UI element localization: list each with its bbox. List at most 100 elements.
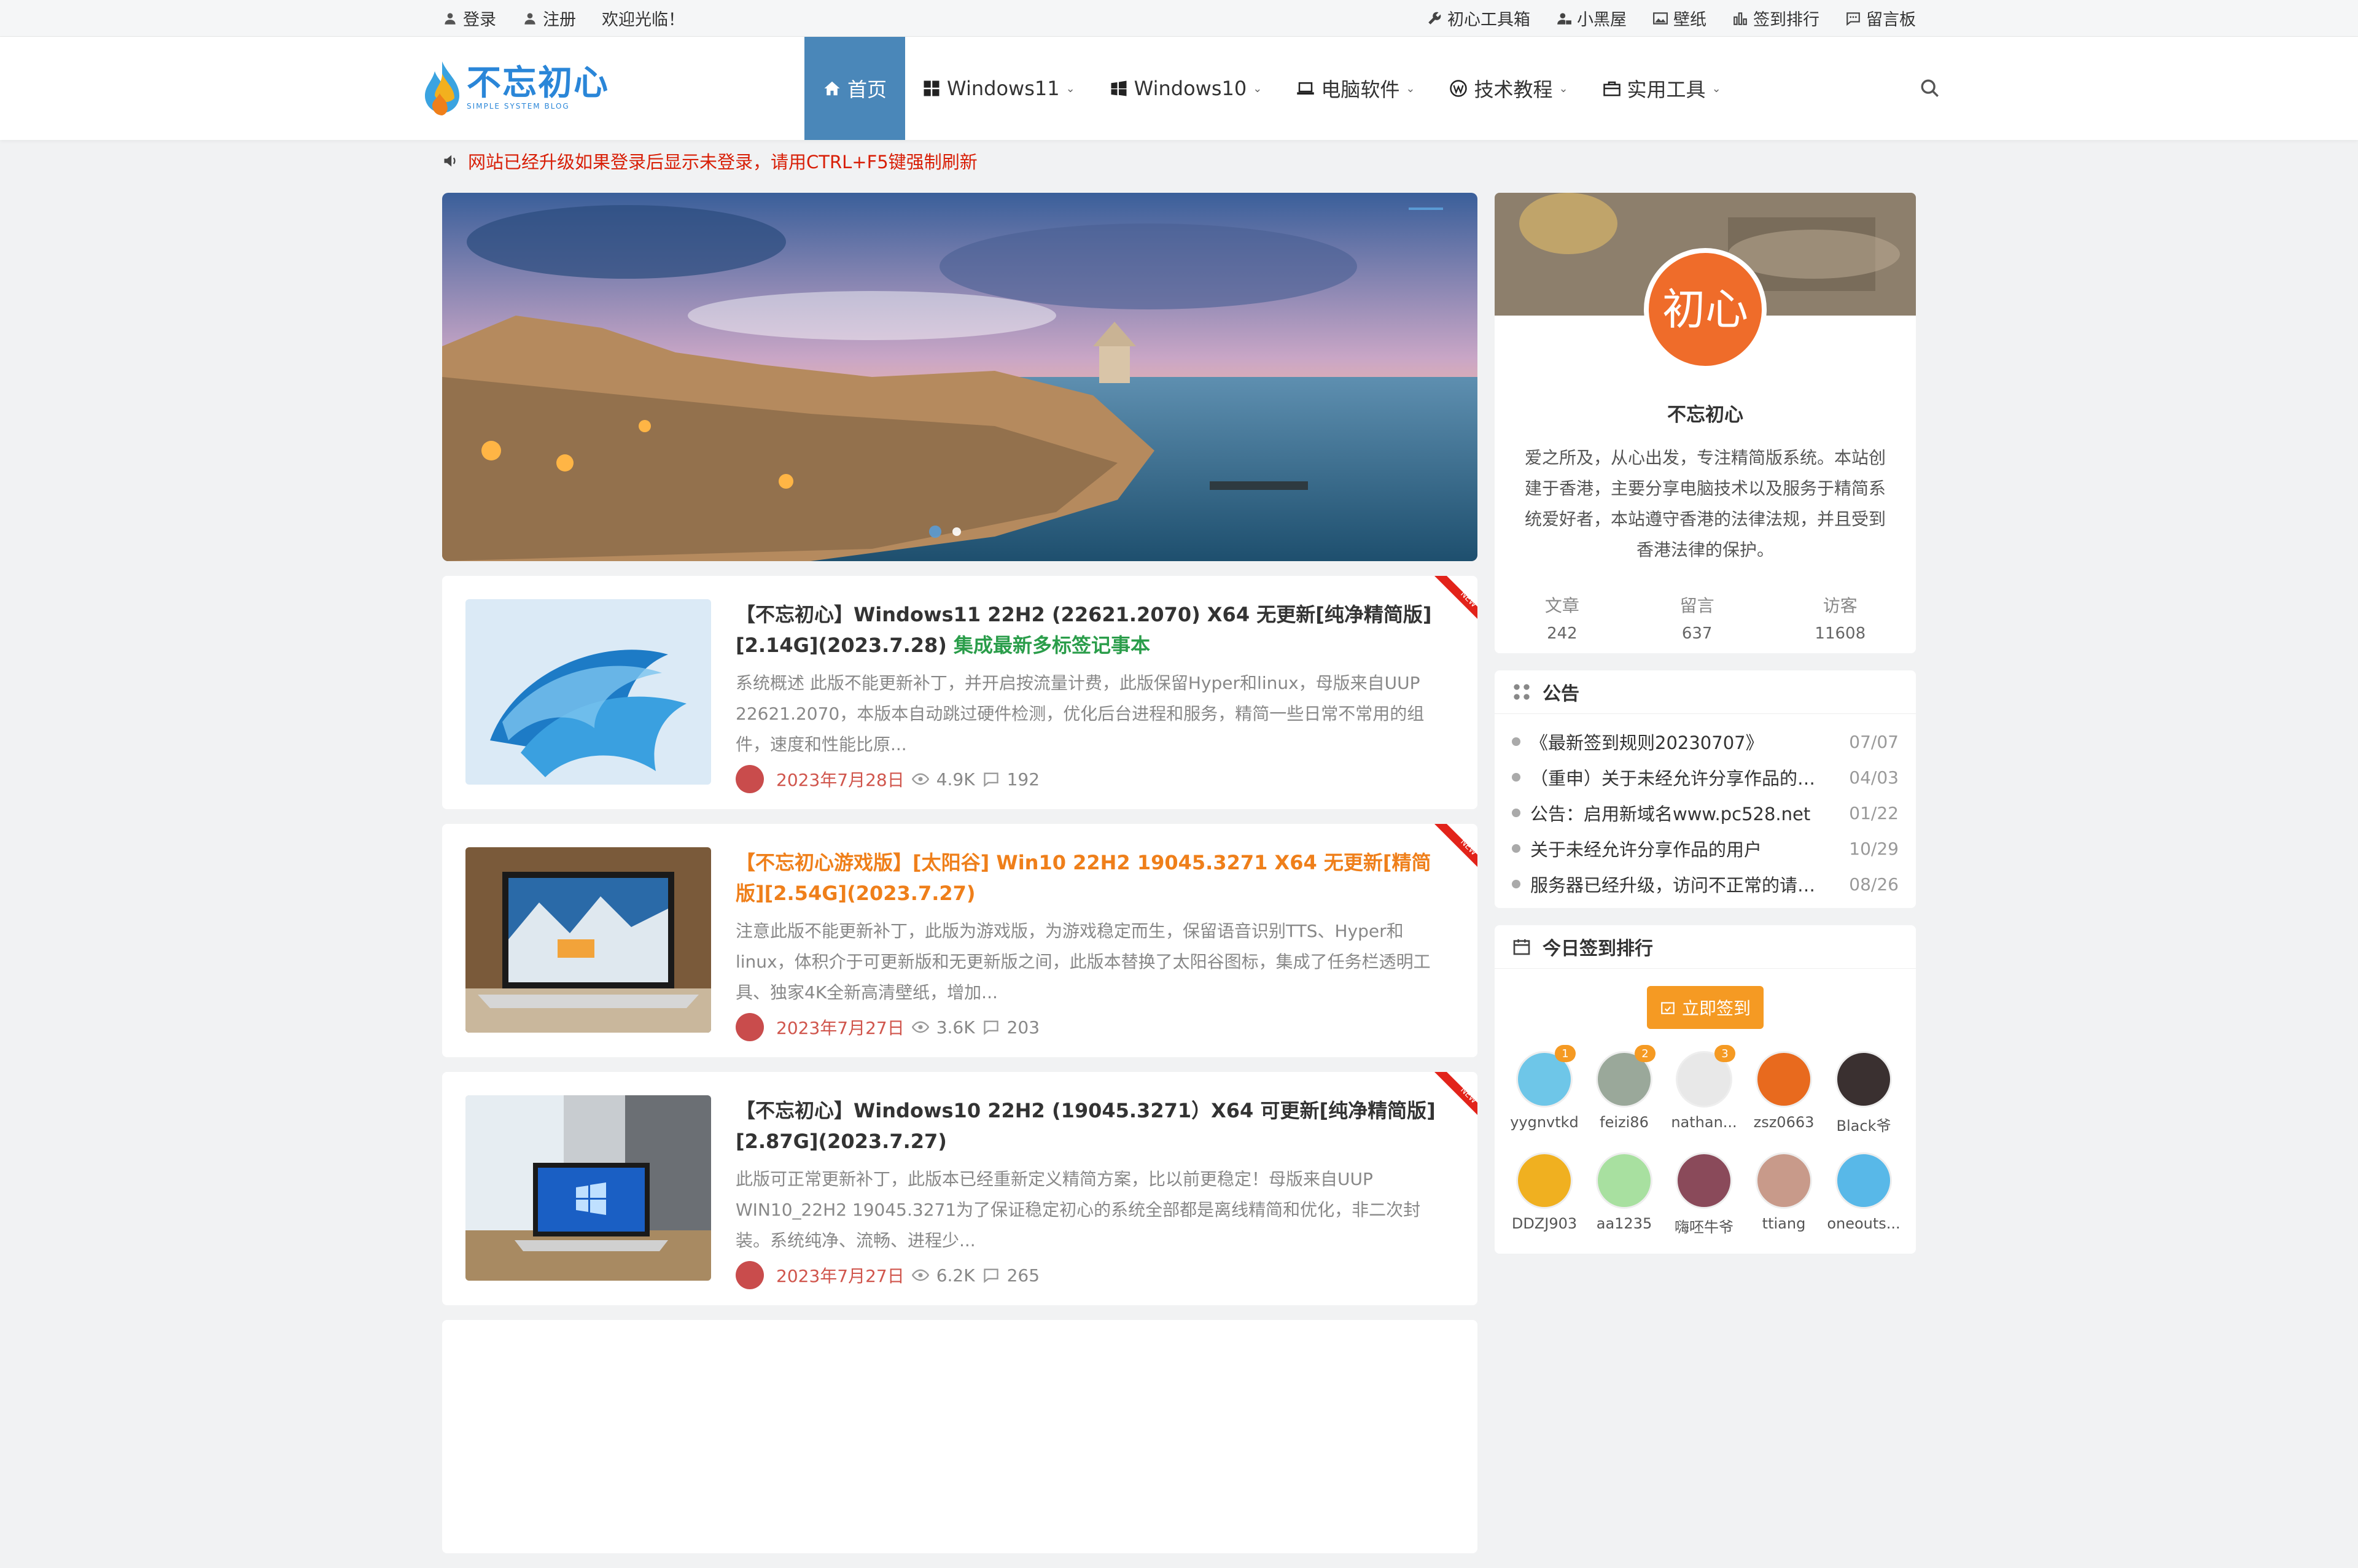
stat-value: 637 xyxy=(1681,624,1713,643)
post-comments: 265 xyxy=(1006,1265,1040,1286)
chevron-down-icon: ⌄ xyxy=(1065,82,1075,95)
post-title[interactable]: 【不忘初心】Windows10 22H2 (19045.3271）X64 可更新… xyxy=(736,1095,1454,1157)
home-icon xyxy=(824,81,840,96)
user-name: nathan... xyxy=(1671,1114,1737,1131)
post-thumbnail[interactable] xyxy=(465,1095,711,1281)
nav-tutorials[interactable]: 技术教程 ⌄ xyxy=(1432,37,1585,140)
checkin-user[interactable]: zsz0663 xyxy=(1744,1051,1824,1135)
notice-text[interactable]: 网站已经升级如果登录后显示未登录，请用CTRL+F5键强制刷新 xyxy=(468,148,978,174)
announcement-item[interactable]: 《最新签到规则20230707》 07/07 xyxy=(1512,724,1899,759)
search-icon xyxy=(1921,79,1939,97)
announcement-date: 10/29 xyxy=(1849,838,1899,859)
post-meta: 2023年7月27日 6.2K 265 xyxy=(736,1261,1454,1289)
chevron-down-icon: ⌄ xyxy=(1711,82,1721,95)
wordpress-icon xyxy=(1450,80,1468,97)
site-avatar[interactable]: 初心 xyxy=(1644,248,1767,371)
announcement-item[interactable]: 公告：启用新域名www.pc528.net 01/22 xyxy=(1512,795,1899,831)
user-avatar[interactable] xyxy=(1756,1152,1812,1209)
site-avatar-text: 初心 xyxy=(1662,284,1748,335)
user-avatar[interactable] xyxy=(1516,1152,1573,1209)
post-title-highlight: 集成最新多标签记事本 xyxy=(954,634,1151,657)
checkin-header: 今日签到排行 xyxy=(1495,925,1916,969)
author-avatar[interactable] xyxy=(736,1261,764,1289)
site-logo[interactable]: 不忘初心 SIMPLE SYSTEM BLOG xyxy=(418,58,614,119)
slider-dot-2[interactable] xyxy=(952,527,961,536)
slider-image xyxy=(442,193,1477,561)
user-avatar[interactable] xyxy=(1835,1152,1892,1209)
register-link[interactable]: 注册 xyxy=(522,6,576,30)
author-avatar[interactable] xyxy=(736,765,764,793)
nav-tools[interactable]: 实用工具 ⌄ xyxy=(1586,37,1738,140)
nav-home-label: 首页 xyxy=(847,78,887,101)
post-card[interactable] xyxy=(442,1320,1477,1553)
blacklist-link[interactable]: 小黑屋 xyxy=(1556,6,1627,30)
announcement-date: 07/07 xyxy=(1849,731,1899,752)
post-card[interactable]: 【不忘初心】Windows11 22H2 (22621.2070) X64 无更… xyxy=(442,576,1477,809)
stat-posts: 文章 242 xyxy=(1545,592,1579,643)
nav-windows10[interactable]: Windows10 ⌄ xyxy=(1092,37,1280,140)
bullet xyxy=(1512,844,1520,853)
user-avatar[interactable] xyxy=(1756,1051,1812,1108)
checkin-user[interactable]: 1 yygnvtkd xyxy=(1504,1045,1584,1135)
calendar-icon xyxy=(1513,939,1530,955)
site-header: 不忘初心 SIMPLE SYSTEM BLOG 首页 Windows11 ⌄ W… xyxy=(0,37,2358,140)
post-thumbnail[interactable] xyxy=(465,847,711,1033)
notice-bar: 网站已经升级如果登录后显示未登录，请用CTRL+F5键强制刷新 xyxy=(442,140,1916,182)
windows-icon xyxy=(924,80,940,96)
post-card[interactable]: 【不忘初心】Windows10 22H2 (19045.3271）X64 可更新… xyxy=(442,1072,1477,1305)
post-excerpt: 注意此版不能更新补丁，此版为游戏版，为游戏稳定而生，保留语音识别TTS、Hype… xyxy=(736,921,1431,1003)
toolbox-link[interactable]: 初心工具箱 xyxy=(1426,6,1530,30)
user-avatar[interactable] xyxy=(1835,1051,1892,1108)
checkin-user[interactable]: oneouts... xyxy=(1824,1152,1904,1236)
slider-dot-1[interactable] xyxy=(929,526,941,538)
post-thumbnail[interactable] xyxy=(465,599,711,785)
user-name: zsz0663 xyxy=(1753,1114,1815,1131)
checkin-user[interactable]: 2 feizi86 xyxy=(1584,1045,1664,1135)
post-meta: 2023年7月28日 4.9K 192 xyxy=(736,765,1454,793)
checkin-rank-link[interactable]: 签到排行 xyxy=(1732,6,1819,30)
post-title[interactable]: 【不忘初心】Windows11 22H2 (22621.2070) X64 无更… xyxy=(736,599,1454,661)
nav-windows11[interactable]: Windows11 ⌄ xyxy=(905,37,1092,140)
checkin-body: 立即签到 1 yygnvtkd 2 feizi86 3 nathan... zsz0663 B… xyxy=(1495,969,1916,1254)
checkin-user[interactable]: 3 nathan... xyxy=(1664,1045,1744,1135)
user-name: Black爷 xyxy=(1836,1117,1891,1135)
new-ribbon-icon: NEW xyxy=(1434,824,1477,867)
checkin-user[interactable]: DDZJ903 xyxy=(1504,1152,1584,1236)
checkin-user[interactable]: ttiang xyxy=(1744,1152,1824,1236)
checkin-user[interactable]: aa1235 xyxy=(1584,1152,1664,1236)
hero-slider[interactable] xyxy=(442,193,1477,561)
login-link[interactable]: 登录 xyxy=(442,6,496,30)
user-name: ttiang xyxy=(1762,1215,1806,1232)
announcement-text: 《最新签到规则20230707》 xyxy=(1530,732,1764,753)
announcement-item[interactable]: 关于未经允许分享作品的用户 10/29 xyxy=(1512,831,1899,866)
checkin-button[interactable]: 立即签到 xyxy=(1647,986,1764,1029)
announcement-text: 关于未经允许分享作品的用户 xyxy=(1530,839,1762,860)
profile-name: 不忘初心 xyxy=(1667,404,1743,426)
nav-home[interactable]: 首页 xyxy=(804,37,906,140)
user-avatar[interactable] xyxy=(1676,1152,1732,1209)
post-title[interactable]: 【不忘初心游戏版】[太阳谷] Win10 22H2 19045.3271 X64… xyxy=(736,847,1454,909)
checkin-button-label: 立即签到 xyxy=(1681,998,1751,1019)
checkin-user[interactable]: 嗨呸牛爷 xyxy=(1664,1152,1744,1236)
post-excerpt: 系统概述 此版不能更新补丁，并开启按流量计费，此版保留Hyper和linux，母… xyxy=(736,673,1425,755)
checkin-card: 今日签到排行 立即签到 1 yygnvtkd 2 feizi86 3 nathan... z… xyxy=(1495,925,1916,1254)
announcement-item[interactable]: 服务器已经升级，访问不正常的请清... 08/26 xyxy=(1512,866,1899,902)
announcement-text: 服务器已经升级，访问不正常的请清... xyxy=(1530,875,1825,896)
author-avatar[interactable] xyxy=(736,1013,764,1041)
user-avatar[interactable] xyxy=(1596,1152,1652,1209)
checkin-user[interactable]: Black爷 xyxy=(1824,1051,1904,1135)
announcement-header: 公告 xyxy=(1495,670,1916,714)
user-icon xyxy=(445,12,456,25)
guestbook-link[interactable]: 留言板 xyxy=(1845,6,1916,30)
windows-icon xyxy=(1111,80,1127,96)
blacklist-label: 小黑屋 xyxy=(1577,10,1627,29)
search-button[interactable] xyxy=(1920,37,1940,140)
user-name: feizi86 xyxy=(1600,1114,1649,1131)
nav-software[interactable]: 电脑软件 ⌄ xyxy=(1279,37,1432,140)
bullet xyxy=(1512,809,1520,817)
announcement-item[interactable]: （重申）关于未经允许分享作品的用户 04/03 xyxy=(1512,759,1899,795)
wallpaper-link[interactable]: 壁纸 xyxy=(1652,6,1706,30)
post-card[interactable]: 【不忘初心游戏版】[太阳谷] Win10 22H2 19045.3271 X64… xyxy=(442,824,1477,1057)
laptop-icon xyxy=(1297,82,1315,95)
calendar-check-icon xyxy=(1661,1002,1675,1014)
